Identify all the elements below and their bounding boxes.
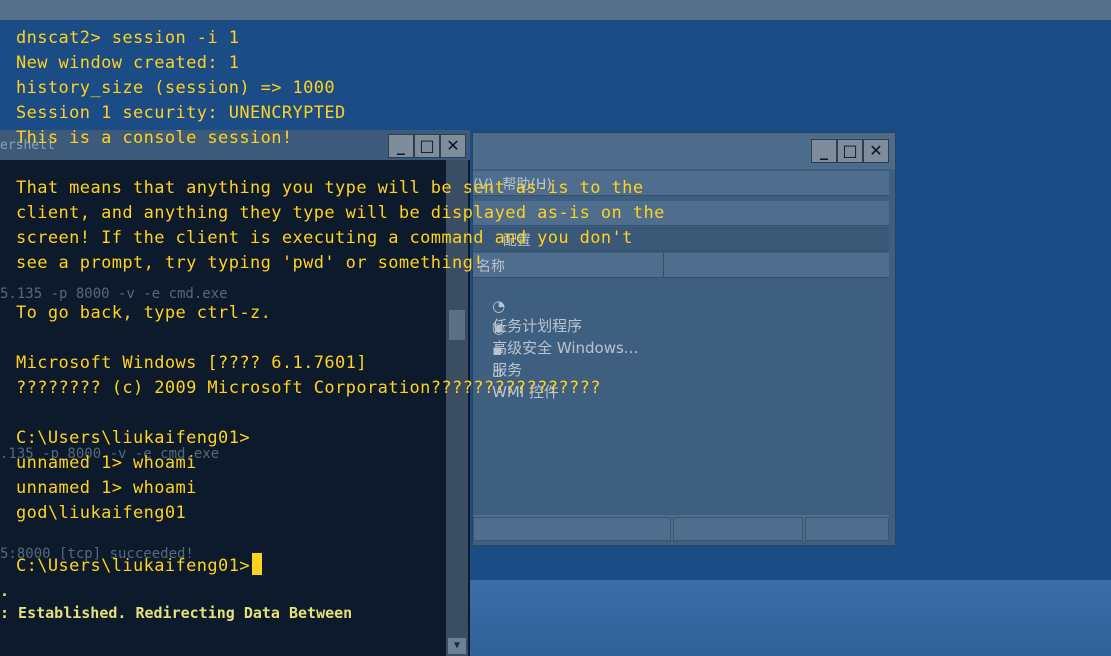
terminal-line: This is a console session! <box>16 128 293 148</box>
terminal-line: That means that anything you type will b… <box>16 178 644 198</box>
terminal-line: client, and anything they type will be d… <box>16 203 665 223</box>
console-output-line: : Established. Redirecting Data Between <box>0 604 353 622</box>
terminal-line: ???????? (c) 2009 Microsoft Corporation?… <box>16 378 601 398</box>
terminal-prompt-line[interactable]: C:\Users\liukaifeng01> <box>16 553 262 576</box>
terminal-line: Session 1 security: UNENCRYPTED <box>16 103 346 123</box>
terminal-prompt: C:\Users\liukaifeng01> <box>16 556 250 576</box>
terminal-line: Microsoft Windows [???? 6.1.7601] <box>16 353 367 373</box>
terminal-line: unnamed 1> whoami <box>16 453 197 473</box>
terminal-line: screen! If the client is executing a com… <box>16 228 633 248</box>
desktop-top-bar <box>0 0 1111 20</box>
terminal-line: New window created: 1 <box>16 53 240 73</box>
terminal-line: god\liukaifeng01 <box>16 503 187 523</box>
scroll-down-arrow-icon[interactable]: ▼ <box>448 638 466 654</box>
terminal-line: history_size (session) => 1000 <box>16 78 336 98</box>
terminal-line: see a prompt, try typing 'pwd' or someth… <box>16 253 484 273</box>
terminal-line: C:\Users\liukaifeng01> <box>16 428 250 448</box>
text-cursor <box>251 553 262 575</box>
terminal-line: unnamed 1> whoami <box>16 478 197 498</box>
console-output-line: . <box>0 582 10 600</box>
terminal-line: dnscat2> session -i 1 <box>16 28 240 48</box>
dnscat-terminal[interactable]: dnscat2> session -i 1 New window created… <box>0 20 1111 580</box>
terminal-line: To go back, type ctrl-z. <box>16 303 272 323</box>
